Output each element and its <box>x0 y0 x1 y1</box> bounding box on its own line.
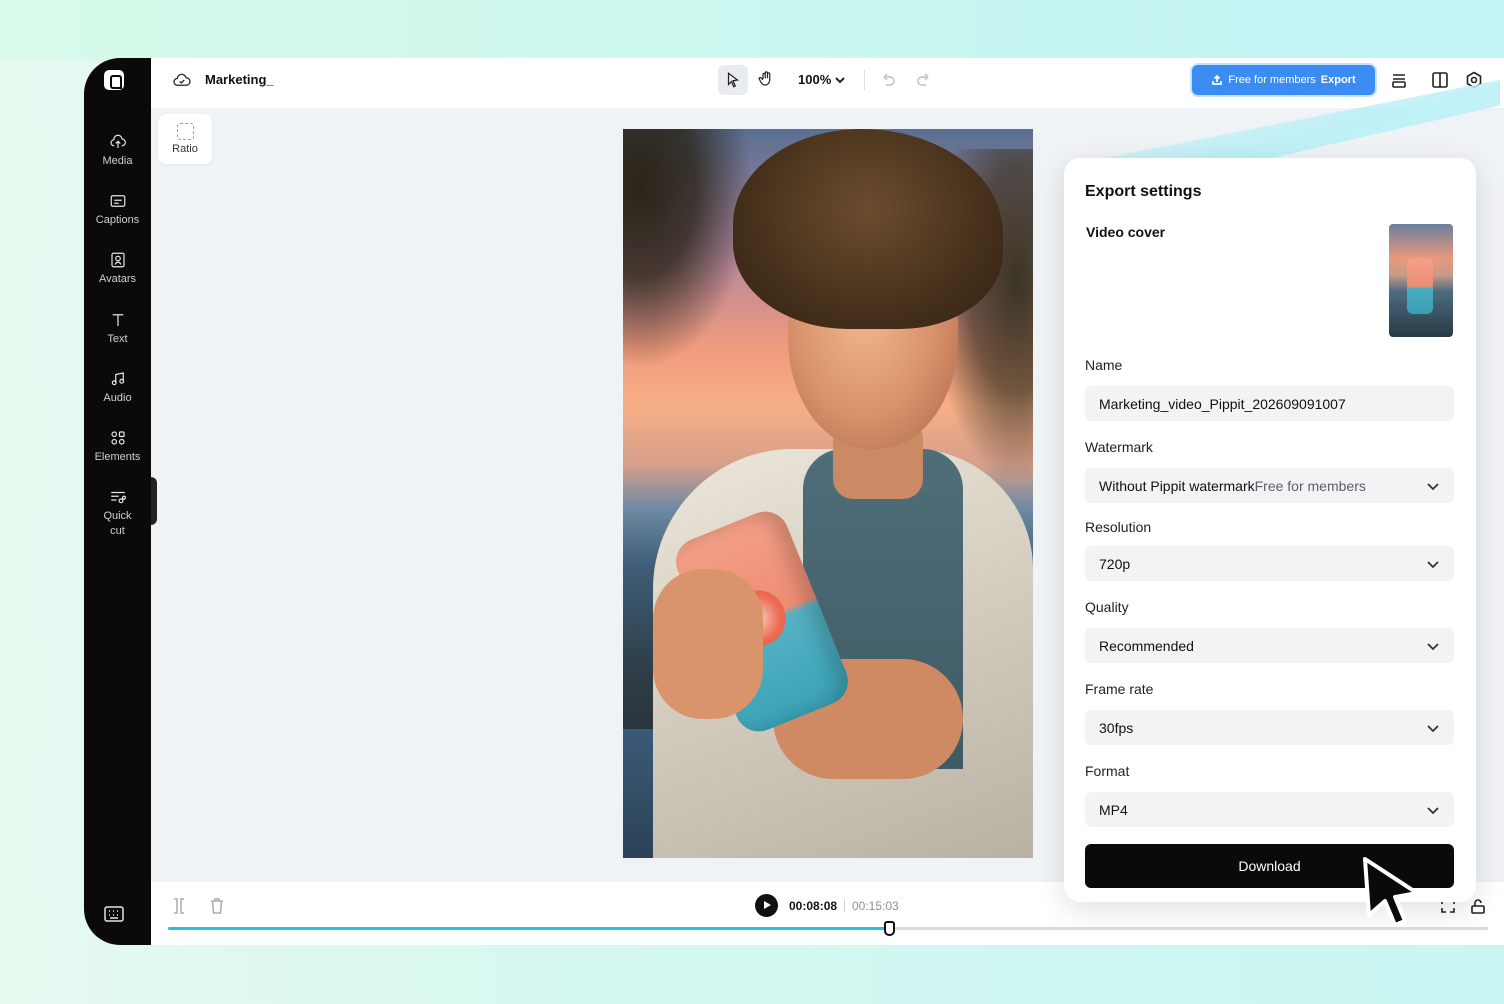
undo-icon <box>883 73 895 86</box>
delete-button[interactable] <box>209 897 225 915</box>
text-icon <box>109 311 127 329</box>
sidebar-item-label: Media <box>102 155 133 167</box>
quality-value: Recommended <box>1099 637 1194 654</box>
split-button[interactable] <box>171 897 187 915</box>
hand-icon <box>758 71 771 86</box>
framerate-label: Frame rate <box>1085 681 1154 697</box>
thumbnail-can <box>1407 258 1433 314</box>
pointer-icon <box>727 72 739 88</box>
trash-icon <box>211 898 223 914</box>
playhead-handle[interactable] <box>884 921 896 936</box>
sidebar: Media Captions Avatars Text Audio Elemen… <box>84 58 151 945</box>
watermark-select[interactable]: Without Pippit watermark Free for members <box>1085 468 1454 503</box>
hand-tool-button[interactable] <box>757 70 775 88</box>
select-tool-button[interactable] <box>718 65 748 95</box>
ratio-label: Ratio <box>172 143 198 155</box>
format-select[interactable]: MP4 <box>1085 792 1454 827</box>
cloud-sync-icon <box>173 72 191 88</box>
zoom-level[interactable]: 100% <box>798 72 831 87</box>
timeline-track[interactable] <box>168 927 1488 930</box>
lock-button[interactable] <box>1470 898 1486 914</box>
elements-icon <box>109 429 127 447</box>
sidebar-item-elements[interactable]: Elements <box>84 429 151 465</box>
name-label: Name <box>1085 357 1123 373</box>
quality-select[interactable]: Recommended <box>1085 628 1454 663</box>
resolution-label: Resolution <box>1085 519 1152 535</box>
timeline-progress <box>168 927 891 930</box>
resolution-select[interactable]: 720p <box>1085 546 1454 581</box>
export-free-label: Free for members <box>1228 74 1316 86</box>
sidebar-item-text[interactable]: Text <box>84 311 151 347</box>
project-title[interactable]: Marketing_ <box>205 72 274 87</box>
sidebar-item-captions[interactable]: Captions <box>84 192 151 228</box>
music-note-icon <box>109 370 127 388</box>
sidebar-item-media[interactable]: Media <box>84 133 151 169</box>
panel-layout-icon <box>1432 72 1448 88</box>
chevron-down-icon <box>1426 557 1440 571</box>
avatar-icon <box>109 251 127 269</box>
current-time: 00:08:08 <box>789 899 838 913</box>
format-value: MP4 <box>1099 801 1128 818</box>
watermark-label: Watermark <box>1085 439 1153 455</box>
split-view-button[interactable] <box>1431 71 1449 89</box>
video-cover-label: Video cover <box>1086 224 1166 240</box>
sidebar-item-quick-cut[interactable]: Quick cut <box>84 488 151 539</box>
video-cover-thumbnail[interactable] <box>1389 224 1453 337</box>
total-time: 00:15:03 <box>852 899 899 913</box>
framerate-value: 30fps <box>1099 719 1134 736</box>
chevron-down-icon <box>1426 803 1440 817</box>
sidebar-item-label: Elements <box>94 451 141 463</box>
quality-label: Quality <box>1085 599 1129 615</box>
chevron-down-icon <box>1426 479 1440 493</box>
keyboard-shortcuts-icon[interactable] <box>104 906 124 922</box>
sidebar-collapse-handle[interactable] <box>151 477 157 525</box>
preview-hand-left <box>653 569 763 719</box>
sidebar-item-label: Audio <box>103 392 132 404</box>
export-button[interactable]: Free for members Export <box>1192 65 1375 95</box>
background-top <box>0 0 1504 60</box>
chevron-down-icon <box>1426 639 1440 653</box>
play-button[interactable] <box>755 894 778 917</box>
layers-icon <box>1392 74 1406 88</box>
ratio-button[interactable]: Ratio <box>158 114 212 164</box>
lock-icon <box>1471 899 1485 914</box>
format-label: Format <box>1085 763 1130 779</box>
sidebar-item-label: Avatars <box>98 273 137 285</box>
undo-button[interactable] <box>880 71 896 87</box>
ratio-icon <box>176 123 194 140</box>
redo-button[interactable] <box>916 71 932 87</box>
sidebar-item-audio[interactable]: Audio <box>84 370 151 406</box>
cloud-upload-icon <box>109 133 127 151</box>
sidebar-item-label: Captions <box>95 214 140 226</box>
export-icon <box>1212 74 1223 85</box>
watermark-note: Free for members <box>1254 477 1366 494</box>
export-settings-panel: Export settings Video cover Name Marketi… <box>1064 158 1476 902</box>
toolbar-divider <box>864 70 865 90</box>
video-preview[interactable] <box>623 129 1033 858</box>
quick-cut-icon <box>109 488 127 506</box>
pippit-logo-icon[interactable] <box>104 70 124 90</box>
top-toolbar: Marketing_ 100% Free for members Export <box>151 58 1504 108</box>
redo-icon <box>917 73 929 86</box>
chevron-down-icon <box>1426 721 1440 735</box>
name-value: Marketing_video_Pippit_202609091007 <box>1099 395 1346 412</box>
time-separator <box>844 899 845 912</box>
sidebar-item-avatars[interactable]: Avatars <box>84 251 151 287</box>
sidebar-item-label: Quick cut <box>103 510 132 537</box>
resolution-value: 720p <box>1099 555 1131 572</box>
watermark-value: Without Pippit watermark <box>1099 477 1255 494</box>
panel-title: Export settings <box>1085 183 1202 200</box>
export-label: Export <box>1320 74 1356 86</box>
sidebar-item-label: Text <box>107 333 128 345</box>
split-icon <box>174 898 184 914</box>
mouse-cursor-icon <box>1359 855 1423 927</box>
captions-icon <box>109 192 127 210</box>
framerate-select[interactable]: 30fps <box>1085 710 1454 745</box>
chevron-down-icon[interactable] <box>834 73 846 85</box>
name-input[interactable]: Marketing_video_Pippit_202609091007 <box>1085 386 1454 421</box>
layers-button[interactable] <box>1390 71 1408 89</box>
